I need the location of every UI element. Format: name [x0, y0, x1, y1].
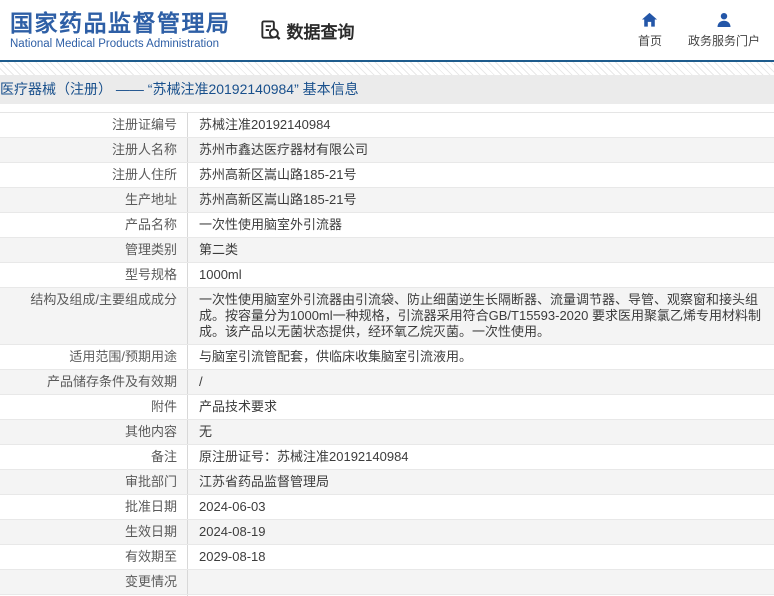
stripe-divider	[0, 62, 774, 75]
row-label: 适用范围/预期用途	[0, 345, 188, 369]
row-label: 审批部门	[0, 470, 188, 494]
logo-title-cn: 国家药品监督管理局	[10, 10, 231, 36]
row-value: 原注册证号：苏械注准20192140984	[188, 445, 774, 469]
row-value: 产品技术要求	[188, 395, 774, 419]
table-row-product-name: 产品名称 一次性使用脑室外引流器	[0, 213, 774, 238]
table-row-remarks: 备注 原注册证号：苏械注准20192140984	[0, 445, 774, 470]
data-query-link[interactable]: 数据查询	[259, 18, 355, 43]
row-label: 结构及组成/主要组成成分	[0, 288, 188, 344]
document-search-icon	[259, 19, 282, 42]
data-query-label: 数据查询	[287, 18, 355, 43]
table-row-registrant-name: 注册人名称 苏州市鑫达医疗器材有限公司	[0, 138, 774, 163]
table-row-expiry-date: 有效期至 2029-08-18	[0, 545, 774, 570]
row-value: 第二类	[188, 238, 774, 262]
table-row-management-class: 管理类别 第二类	[0, 238, 774, 263]
row-value: 苏州高新区嵩山路185-21号	[188, 188, 774, 212]
row-label: 备注	[0, 445, 188, 469]
nav-portal[interactable]: 政务服务门户	[688, 12, 760, 49]
header-nav: 首页 政务服务门户	[638, 12, 760, 49]
table-row-attachment: 附件 产品技术要求	[0, 395, 774, 420]
row-value: 1000ml	[188, 263, 774, 287]
row-label: 变更情况	[0, 570, 188, 594]
row-label: 注册证编号	[0, 113, 188, 137]
row-label: 产品储存条件及有效期	[0, 370, 188, 394]
row-label: 其他内容	[0, 420, 188, 444]
table-row-intended-use: 适用范围/预期用途 与脑室引流管配套，供临床收集脑室引流液用。	[0, 345, 774, 370]
logo-title-en: National Medical Products Administration	[10, 37, 231, 51]
row-label: 管理类别	[0, 238, 188, 262]
row-value: 无	[188, 420, 774, 444]
row-value: 2024-06-03	[188, 495, 774, 519]
row-label: 附件	[0, 395, 188, 419]
row-value: 苏州高新区嵩山路185-21号	[188, 163, 774, 187]
page-title: 医疗器械（注册） —— “苏械注准20192140984” 基本信息	[0, 75, 774, 104]
table-row-storage-validity: 产品储存条件及有效期 /	[0, 370, 774, 395]
table-row-other-content: 其他内容 无	[0, 420, 774, 445]
nav-portal-label: 政务服务门户	[688, 32, 760, 49]
table-row-effective-date: 生效日期 2024-08-19	[0, 520, 774, 545]
row-value: 2029-08-18	[188, 545, 774, 569]
row-label: 产品名称	[0, 213, 188, 237]
table-row-approval-dept: 审批部门 江苏省药品监督管理局	[0, 470, 774, 495]
row-value: /	[188, 370, 774, 394]
nmpa-logo[interactable]: 国家药品监督管理局 National Medical Products Admi…	[10, 10, 231, 51]
registration-info-table: 注册证编号 苏械注准20192140984 注册人名称 苏州市鑫达医疗器材有限公…	[0, 112, 774, 596]
row-label: 注册人住所	[0, 163, 188, 187]
row-value: 与脑室引流管配套，供临床收集脑室引流液用。	[188, 345, 774, 369]
row-label: 生产地址	[0, 188, 188, 212]
row-value	[188, 570, 774, 594]
row-value: 一次性使用脑室外引流器由引流袋、防止细菌逆生长隔断器、流量调节器、导管、观察窗和…	[188, 288, 774, 344]
title-gap	[0, 104, 774, 112]
page: 国家药品监督管理局 National Medical Products Admi…	[0, 0, 774, 596]
row-label: 批准日期	[0, 495, 188, 519]
table-row-model-spec: 型号规格 1000ml	[0, 263, 774, 288]
nav-home[interactable]: 首页	[638, 12, 662, 49]
table-row-registrant-address: 注册人住所 苏州高新区嵩山路185-21号	[0, 163, 774, 188]
table-row-composition: 结构及组成/主要组成成分 一次性使用脑室外引流器由引流袋、防止细菌逆生长隔断器、…	[0, 288, 774, 345]
row-value: 江苏省药品监督管理局	[188, 470, 774, 494]
row-label: 有效期至	[0, 545, 188, 569]
home-icon	[641, 12, 658, 28]
site-header: 国家药品监督管理局 National Medical Products Admi…	[0, 0, 774, 62]
row-value: 一次性使用脑室外引流器	[188, 213, 774, 237]
table-row-changes: 变更情况	[0, 570, 774, 595]
row-label: 型号规格	[0, 263, 188, 287]
table-row-reg-number: 注册证编号 苏械注准20192140984	[0, 113, 774, 138]
row-value: 2024-08-19	[188, 520, 774, 544]
row-value: 苏械注准20192140984	[188, 113, 774, 137]
table-row-approval-date: 批准日期 2024-06-03	[0, 495, 774, 520]
row-value: 苏州市鑫达医疗器材有限公司	[188, 138, 774, 162]
table-row-production-address: 生产地址 苏州高新区嵩山路185-21号	[0, 188, 774, 213]
row-label: 注册人名称	[0, 138, 188, 162]
row-label: 生效日期	[0, 520, 188, 544]
person-icon	[716, 12, 732, 28]
nav-home-label: 首页	[638, 32, 662, 49]
